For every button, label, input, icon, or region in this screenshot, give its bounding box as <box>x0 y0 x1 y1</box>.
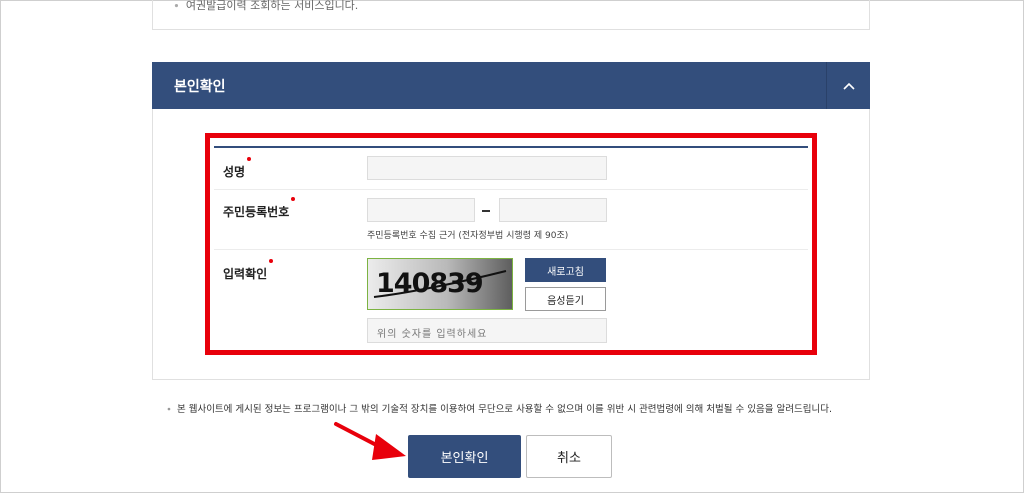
service-description-box: 여권발급이력 조회하는 서비스입니다. <box>152 0 870 30</box>
captcha-label: 입력확인 <box>223 259 274 282</box>
rrn-first-input[interactable] <box>367 198 475 222</box>
name-label-text: 성명 <box>223 165 246 179</box>
required-marker <box>247 157 252 161</box>
verification-form: 성명 주민등록번호 주민등록번호 수집 근거 (전자정부법 시행령 제 90조)… <box>205 133 817 355</box>
audio-captcha-button[interactable]: 음성듣기 <box>525 287 606 311</box>
name-row: 성명 <box>214 148 808 190</box>
rrn-label-text: 주민등록번호 <box>223 205 290 219</box>
captcha-noise-line <box>373 270 507 298</box>
rrn-hint: 주민등록번호 수집 근거 (전자정부법 시행령 제 90조) <box>367 231 569 241</box>
cancel-button[interactable]: 취소 <box>526 435 612 478</box>
rrn-row: 주민등록번호 주민등록번호 수집 근거 (전자정부법 시행령 제 90조) <box>214 190 808 250</box>
usage-notice: 본 웹사이트에 게시된 정보는 프로그램이나 그 밖의 기술적 장치를 이용하여… <box>166 401 832 415</box>
rrn-label: 주민등록번호 <box>223 197 296 220</box>
section-title: 본인확인 <box>174 79 226 95</box>
rrn-hyphen <box>482 210 490 212</box>
name-input[interactable] <box>367 156 607 180</box>
collapse-button[interactable] <box>826 62 870 109</box>
captcha-row: 입력확인 140839 새로고침 음성듣기 위의 숫자를 입력하세요 <box>214 250 808 350</box>
required-marker <box>291 197 296 201</box>
service-description: 여권발급이력 조회하는 서비스입니다. <box>173 0 358 13</box>
required-marker <box>269 259 274 263</box>
rrn-second-input[interactable] <box>499 198 607 222</box>
captcha-label-text: 입력확인 <box>223 267 268 281</box>
name-label: 성명 <box>223 157 252 180</box>
section-header: 본인확인 <box>152 62 870 109</box>
annotation-arrow-icon <box>334 422 406 460</box>
identity-verification-section: 본인확인 성명 주민등록번호 주민등록번호 수집 근거 (전자정부법 시행령 제… <box>152 62 870 380</box>
refresh-captcha-button[interactable]: 새로고침 <box>525 258 606 282</box>
chevron-up-icon <box>842 82 855 90</box>
captcha-input[interactable]: 위의 숫자를 입력하세요 <box>367 318 607 343</box>
confirm-identity-button[interactable]: 본인확인 <box>408 435 521 478</box>
captcha-image: 140839 <box>367 258 513 310</box>
